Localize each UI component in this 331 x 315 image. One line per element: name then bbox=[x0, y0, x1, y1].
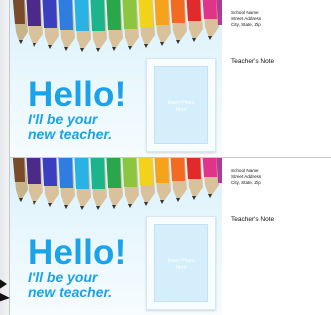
address-block[interactable]: School Name Street Address City, State, … bbox=[231, 168, 261, 186]
page-margin bbox=[0, 0, 10, 315]
photo-placeholder[interactable]: Insert Photo Here bbox=[146, 216, 216, 310]
photo-placeholder-line: Insert Photo bbox=[167, 258, 195, 264]
message-line: I'll be your bbox=[28, 111, 98, 127]
greeting-message: I'll be your new teacher. bbox=[28, 270, 153, 300]
postcard-front: Hello! I'll be your new teacher. Insert … bbox=[10, 0, 222, 157]
postcard-back: School Name Street Address City, State, … bbox=[222, 158, 331, 315]
postcard[interactable]: Hello! I'll be your new teacher. Insert … bbox=[10, 0, 331, 157]
greeting-heading: Hello! bbox=[28, 233, 127, 272]
page-arrow-icon[interactable] bbox=[0, 274, 12, 302]
teachers-note[interactable]: Teacher's Note bbox=[231, 216, 274, 223]
colored-pencils-image bbox=[12, 158, 222, 210]
message-line: new teacher. bbox=[28, 284, 113, 300]
greeting-message: I'll be your new teacher. bbox=[28, 112, 153, 142]
address-block[interactable]: School Name Street Address City, State, … bbox=[231, 10, 261, 28]
photo-area[interactable]: Insert Photo Here bbox=[154, 224, 208, 302]
message-line: I'll be your bbox=[28, 269, 98, 285]
photo-placeholder-line: Insert Photo bbox=[167, 100, 195, 106]
postcard-back: School Name Street Address City, State, … bbox=[222, 0, 331, 157]
greeting-heading: Hello! bbox=[28, 75, 127, 114]
photo-placeholder-line: Here bbox=[175, 107, 187, 113]
postcard[interactable]: Hello! I'll be your new teacher. Insert … bbox=[10, 158, 331, 315]
teachers-note[interactable]: Teacher's Note bbox=[231, 58, 274, 65]
photo-placeholder-text: Insert Photo Here bbox=[155, 258, 207, 272]
city-state-zip: City, State, Zip bbox=[231, 180, 261, 185]
city-state-zip: City, State, Zip bbox=[231, 22, 261, 27]
photo-placeholder-text: Insert Photo Here bbox=[155, 100, 207, 114]
photo-placeholder-line: Here bbox=[175, 265, 187, 271]
message-line: new teacher. bbox=[28, 126, 113, 142]
colored-pencils-image bbox=[10, 0, 222, 62]
photo-placeholder[interactable]: Insert Photo Here bbox=[146, 58, 216, 152]
postcard-front: Hello! I'll be your new teacher. Insert … bbox=[10, 158, 222, 315]
photo-area[interactable]: Insert Photo Here bbox=[154, 66, 208, 144]
